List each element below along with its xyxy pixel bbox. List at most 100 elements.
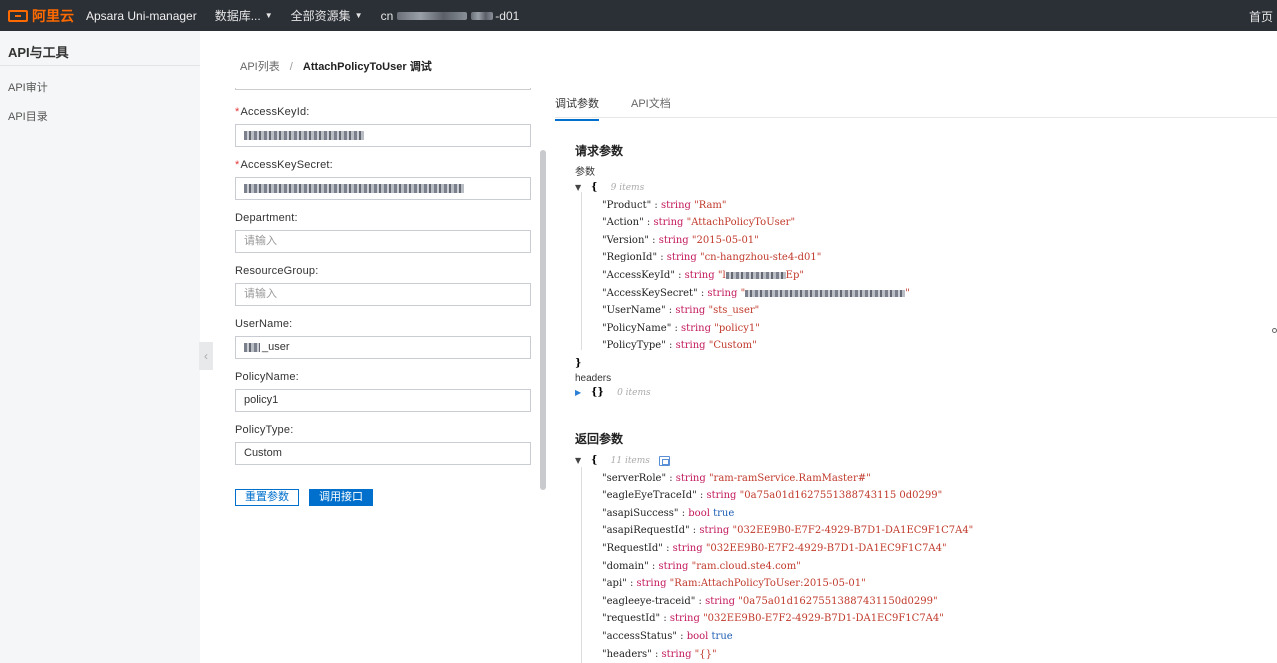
json-entry: "PolicyType" : string "Custom" xyxy=(602,340,757,352)
form-top-edge xyxy=(235,88,531,90)
json-entry: "RequestId" : string "032EE9B0-E7F2-4929… xyxy=(602,542,947,554)
field-label: UserName: xyxy=(235,318,293,330)
product-name: Apsara Uni-manager xyxy=(86,8,197,23)
json-type: string xyxy=(658,560,689,572)
json-key: "PolicyType" xyxy=(602,340,666,352)
breadcrumb: API列表 / AttachPolicyToUser 调试 xyxy=(240,58,432,74)
field-label: *AccessKeySecret: xyxy=(235,159,333,171)
json-key: "Product" xyxy=(602,199,652,211)
policytype-input[interactable]: Custom xyxy=(235,442,531,465)
breadcrumb-api-list[interactable]: API列表 xyxy=(240,61,280,73)
json-type: string xyxy=(636,578,667,590)
username-input[interactable]: _user xyxy=(235,336,531,359)
field-accesskeysecret: *AccessKeySecret: xyxy=(235,157,531,210)
form-scrollbar[interactable] xyxy=(540,150,546,490)
json-key: "AccessKeyId" xyxy=(602,269,675,281)
json-entry: "asapiSuccess" : bool true xyxy=(602,507,735,519)
redacted-value xyxy=(244,130,364,140)
json-value: "{}" xyxy=(694,648,717,660)
scroll-indicator xyxy=(1272,328,1277,333)
field-policyname: PolicyName: policy1 xyxy=(235,369,531,422)
field-accesskeyid: *AccessKeyId: xyxy=(235,104,531,157)
headers-object: ▶{} 0 items xyxy=(575,384,910,402)
json-value: "ram.cloud.ste4.com" xyxy=(691,560,801,572)
json-type: string xyxy=(675,340,706,352)
json-entry: "serverRole" : string "ram-ramService.Ra… xyxy=(602,472,871,484)
json-entry: "domain" : string "ram.cloud.ste4.com" xyxy=(602,560,801,572)
sidebar-collapse-handle[interactable]: ‹ xyxy=(199,342,213,370)
accesskeysecret-input[interactable] xyxy=(235,177,531,200)
resource-set-menu[interactable]: 全部资源集 ▼ xyxy=(291,7,363,24)
response-json: ▼{ 11 items "serverRole" : string "ram-r… xyxy=(575,452,973,663)
json-type: string xyxy=(672,542,703,554)
database-menu[interactable]: 数据库... ▼ xyxy=(215,7,273,24)
json-value-tail: " xyxy=(905,287,910,299)
json-key: "PolicyName" xyxy=(602,322,672,334)
region-selector[interactable]: cn -d01 xyxy=(381,9,520,23)
json-entry: "eagleEyeTraceId" : string "0a75a01d1627… xyxy=(602,490,943,502)
parameter-form: *AccessKeyId: *AccessKeySecret: Departme… xyxy=(235,88,531,475)
response-entries: "serverRole" : string "ram-ramService.Ra… xyxy=(575,470,973,663)
json-key: "serverRole" xyxy=(602,472,667,484)
json-close-brace: } xyxy=(575,357,582,369)
json-type: string xyxy=(684,269,715,281)
json-value: "Ram:AttachPolicyToUser:2015-05-01" xyxy=(669,578,866,590)
sidebar-item-api-catalog[interactable]: API目录 xyxy=(0,103,200,132)
policyname-input[interactable]: policy1 xyxy=(235,389,531,412)
top-navigation-bar: 阿里云 Apsara Uni-manager 数据库... ▼ 全部资源集 ▼ … xyxy=(0,0,1277,31)
json-key: "UserName" xyxy=(602,305,666,317)
collapse-triangle-icon[interactable]: ▼ xyxy=(575,452,591,470)
json-value: true xyxy=(711,630,733,642)
json-value: "AttachPolicyToUser" xyxy=(686,217,796,229)
json-type: string xyxy=(661,648,692,660)
json-type: string xyxy=(675,305,706,317)
aliyun-logo-icon xyxy=(8,9,28,22)
required-mark: * xyxy=(235,106,240,118)
params-label: 参数 xyxy=(575,167,595,178)
field-department: Department: 请输入 xyxy=(235,210,531,263)
reset-params-button[interactable]: 重置参数 xyxy=(235,489,299,506)
aliyun-logo[interactable]: 阿里云 xyxy=(8,6,74,26)
sidebar-item-api-audit[interactable]: API审计 xyxy=(0,74,200,103)
json-type: string xyxy=(699,525,730,537)
json-key: "accessStatus" xyxy=(602,630,677,642)
expand-triangle-icon[interactable]: ▶ xyxy=(575,384,591,402)
json-value: "0a75a01d1627551388743115 0d0299" xyxy=(739,490,943,502)
json-key: "api" xyxy=(602,578,627,590)
sidebar-title: API与工具 xyxy=(0,31,200,66)
breadcrumb-separator: / xyxy=(289,61,293,73)
json-key: "requestId" xyxy=(602,613,661,625)
json-type: string xyxy=(707,287,738,299)
json-key: "RequestId" xyxy=(602,542,663,554)
json-root: ▼{ 11 items xyxy=(575,452,973,470)
json-value: "032EE9B0-E7F2-4929-B7D1-DA1EC9F1C7A4" xyxy=(705,542,947,554)
json-guide-line xyxy=(581,192,582,350)
json-entry: "Action" : string "AttachPolicyToUser" xyxy=(602,217,796,229)
resourcegroup-input[interactable]: 请输入 xyxy=(235,283,531,306)
request-json: 参数 ▼{ 9 items "Product" : string "Ram" "A… xyxy=(575,166,910,401)
json-type: string xyxy=(681,322,712,334)
required-mark: * xyxy=(235,159,240,171)
call-api-button[interactable]: 调用接口 xyxy=(309,489,373,506)
form-actions: 重置参数 调用接口 xyxy=(235,489,373,506)
redacted-region xyxy=(471,11,494,20)
json-entry: "eagleeye-traceid" : string "0a75a01d162… xyxy=(602,595,938,607)
json-entry: "accessStatus" : bool true xyxy=(602,630,733,642)
request-entries: "Product" : string "Ram" "Action" : strin… xyxy=(575,197,910,355)
copy-icon[interactable] xyxy=(659,455,671,466)
json-entry: "PolicyName" : string "policy1" xyxy=(602,322,760,334)
redacted-region xyxy=(397,11,468,20)
request-params-title: 请求参数 xyxy=(575,144,624,158)
json-type: string xyxy=(660,199,691,211)
json-entry: "Product" : string "Ram" xyxy=(602,199,727,211)
json-value: "l xyxy=(717,269,726,281)
department-input[interactable]: 请输入 xyxy=(235,230,531,253)
collapse-triangle-icon[interactable]: ▼ xyxy=(575,179,591,197)
json-entry: "api" : string "Ram:AttachPolicyToUser:2… xyxy=(602,578,866,590)
redacted-value xyxy=(745,289,906,297)
accesskeyid-input[interactable] xyxy=(235,124,531,147)
home-link[interactable]: 首页 xyxy=(1249,8,1273,25)
json-value: "cn-hangzhou-ste4-d01" xyxy=(699,252,822,264)
json-value: true xyxy=(713,507,735,519)
json-key: "Action" xyxy=(602,217,644,229)
